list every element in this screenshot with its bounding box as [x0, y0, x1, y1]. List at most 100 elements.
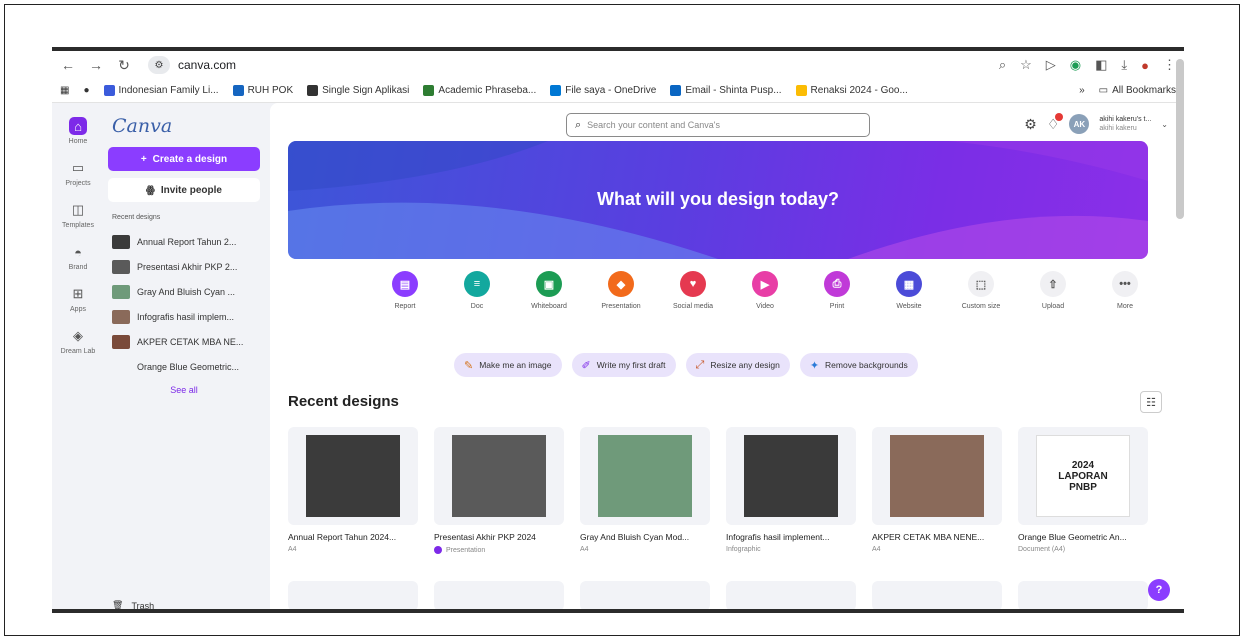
- chevron-down-icon[interactable]: ⌄: [1161, 120, 1168, 129]
- hero-banner: What will you design today?: [288, 141, 1148, 259]
- help-button[interactable]: ?: [1148, 579, 1170, 601]
- magic-action-pill[interactable]: ✐ Write my first draft: [571, 353, 676, 377]
- design-type: Presentation: [434, 546, 564, 554]
- back-icon[interactable]: ←: [60, 57, 76, 73]
- shortcut-social-media[interactable]: ♥ Social media: [666, 271, 720, 310]
- design-card[interactable]: Annual Report Tahun 2024... A4: [288, 427, 418, 554]
- magic-action-pill[interactable]: ✎ Make me an image: [454, 353, 562, 377]
- canva-logo[interactable]: Canva: [112, 115, 260, 137]
- menu-icon[interactable]: ⋮: [1163, 57, 1176, 73]
- magic-action-label: Write my first draft: [596, 360, 666, 370]
- page-scrollbar[interactable]: [1176, 59, 1184, 219]
- design-type-label: Infographic: [726, 546, 761, 553]
- rail-item-dream-lab[interactable]: ◈ Dream Lab: [61, 327, 96, 355]
- shortcut-website[interactable]: ▦ Website: [882, 271, 936, 310]
- invite-people-button[interactable]: ꙮ Invite people: [108, 178, 260, 202]
- magic-action-icon: ✎: [464, 359, 474, 372]
- bookmark-item[interactable]: Indonesian Family Li...: [103, 85, 219, 96]
- account-name: akihi kakeru's t...: [1099, 116, 1152, 123]
- bookmark-item[interactable]: Single Sign Aplikasi: [307, 85, 409, 96]
- site-info-icon[interactable]: ⚙: [148, 56, 170, 74]
- shortcut-custom-size[interactable]: ⬚ Custom size: [954, 271, 1008, 310]
- design-card-placeholder[interactable]: [288, 581, 418, 609]
- recent-design-item[interactable]: Gray And Bluish Cyan ...: [108, 279, 260, 304]
- recent-design-item[interactable]: Annual Report Tahun 2...: [108, 229, 260, 254]
- design-type-label: A4: [288, 546, 297, 553]
- apps-grid-icon[interactable]: ▦: [60, 85, 69, 96]
- reload-icon[interactable]: ↻: [116, 57, 132, 74]
- design-thumbnail: [112, 334, 130, 349]
- design-card-placeholder[interactable]: [1018, 581, 1148, 609]
- design-card[interactable]: 2024 LAPORAN PNBP Orange Blue Geometric A…: [1018, 427, 1148, 554]
- bookmark-item[interactable]: File saya - OneDrive: [550, 85, 656, 96]
- bookmark-icon: [795, 85, 807, 96]
- design-card-placeholder[interactable]: [726, 581, 856, 609]
- settings-gear-icon[interactable]: ⚙: [1024, 116, 1037, 133]
- avatar[interactable]: AK: [1069, 114, 1090, 134]
- recent-designs-heading: Recent designs: [112, 214, 161, 221]
- recent-design-item[interactable]: Orange Blue Geometric...: [108, 354, 260, 379]
- trash-icon: 🗑: [112, 600, 124, 610]
- bookmark-item[interactable]: Renaksi 2024 - Goo...: [795, 85, 908, 96]
- templates-icon: ◫: [71, 202, 85, 217]
- extensions-puzzle-icon[interactable]: ◧: [1095, 57, 1107, 73]
- shortcut-video[interactable]: ▶ Video: [738, 271, 792, 310]
- shortcut-presentation[interactable]: ◆ Presentation: [594, 271, 648, 310]
- shortcut-print[interactable]: ⎙ Print: [810, 271, 864, 310]
- bookmark-label: File saya - OneDrive: [565, 85, 657, 96]
- bookmark-item[interactable]: Email - Shinta Pusp...: [670, 85, 782, 96]
- shortcut-label: Whiteboard: [531, 303, 567, 310]
- rail-item-templates[interactable]: ◫ Templates: [62, 201, 94, 229]
- shortcut-report[interactable]: ▤ Report: [378, 271, 432, 310]
- shortcut-label: Custom size: [961, 303, 1001, 310]
- design-card-placeholder[interactable]: [434, 581, 564, 609]
- magic-action-label: Resize any design: [710, 360, 780, 370]
- all-bookmarks[interactable]: ▭ All Bookmarks: [1099, 85, 1176, 96]
- design-card-placeholder[interactable]: [580, 581, 710, 609]
- download-icon[interactable]: ⤓: [1121, 57, 1127, 73]
- shortcut-label: Video: [756, 303, 774, 310]
- shortcut-whiteboard[interactable]: ▣ Whiteboard: [522, 271, 576, 310]
- bookmark-label: Academic Phraseba...: [438, 85, 537, 96]
- search-input[interactable]: ⌕ Search your content and Canva's: [566, 113, 870, 137]
- rail-item-projects[interactable]: ▭ Projects: [65, 159, 90, 187]
- design-card[interactable]: Presentasi Akhir PKP 2024 Presentation: [434, 427, 564, 554]
- github-icon[interactable]: ●: [83, 85, 89, 96]
- design-card[interactable]: Gray And Bluish Cyan Mod... A4: [580, 427, 710, 554]
- design-card-placeholder[interactable]: [872, 581, 1002, 609]
- rail-item-brand[interactable]: ◓ Brand: [69, 243, 88, 272]
- recent-design-item[interactable]: Presentasi Akhir PKP 2...: [108, 254, 260, 279]
- shortcut-more[interactable]: ••• More: [1098, 271, 1152, 310]
- trash-item[interactable]: 🗑 Trash: [112, 600, 154, 610]
- bookmark-item[interactable]: RUH POK: [232, 85, 294, 96]
- forward-icon[interactable]: →: [88, 57, 104, 73]
- shortcut-upload[interactable]: ⇧ Upload: [1026, 271, 1080, 310]
- rail-item-home[interactable]: ⌂ Home: [69, 117, 87, 145]
- more-bookmarks-icon[interactable]: »: [1079, 85, 1085, 96]
- bookmark-item[interactable]: Academic Phraseba...: [423, 85, 536, 96]
- zoom-icon[interactable]: ⌕: [999, 57, 1006, 73]
- recent-design-item[interactable]: AKPER CETAK MBA NE...: [108, 329, 260, 354]
- design-thumbnail: [112, 309, 130, 324]
- design-card[interactable]: Infografis hasil implement... Infographic: [726, 427, 856, 554]
- create-design-button[interactable]: + Create a design: [108, 147, 260, 171]
- extension-icon[interactable]: ▷: [1046, 57, 1056, 73]
- recent-design-label: AKPER CETAK MBA NE...: [137, 336, 244, 347]
- star-icon[interactable]: ☆: [1020, 57, 1032, 73]
- recent-design-item[interactable]: Infografis hasil implem...: [108, 304, 260, 329]
- profile-icon[interactable]: ●: [1141, 58, 1149, 73]
- see-all-link[interactable]: See all: [108, 385, 260, 395]
- rail-item-apps[interactable]: ⊞ Apps: [69, 285, 87, 313]
- bookmark-label: RUH POK: [247, 85, 294, 96]
- list-view-icon[interactable]: ☷: [1140, 391, 1162, 413]
- notifications-bell-icon[interactable]: ♢: [1047, 112, 1064, 133]
- extension-green-icon[interactable]: ◉: [1070, 57, 1081, 73]
- address-bar[interactable]: ⚙ canva.com: [144, 54, 987, 76]
- design-card[interactable]: AKPER CETAK MBA NENE... A4: [872, 427, 1002, 554]
- magic-action-pill[interactable]: ⤢ Resize any design: [685, 353, 790, 377]
- account-switcher[interactable]: akihi kakeru's t... akihi kakeru: [1099, 115, 1151, 133]
- magic-action-pill[interactable]: ✦ Remove backgrounds: [799, 353, 918, 377]
- magic-action-label: Remove backgrounds: [825, 360, 908, 370]
- design-title: Annual Report Tahun 2024...: [288, 532, 397, 542]
- shortcut-doc[interactable]: ≡ Doc: [450, 271, 504, 310]
